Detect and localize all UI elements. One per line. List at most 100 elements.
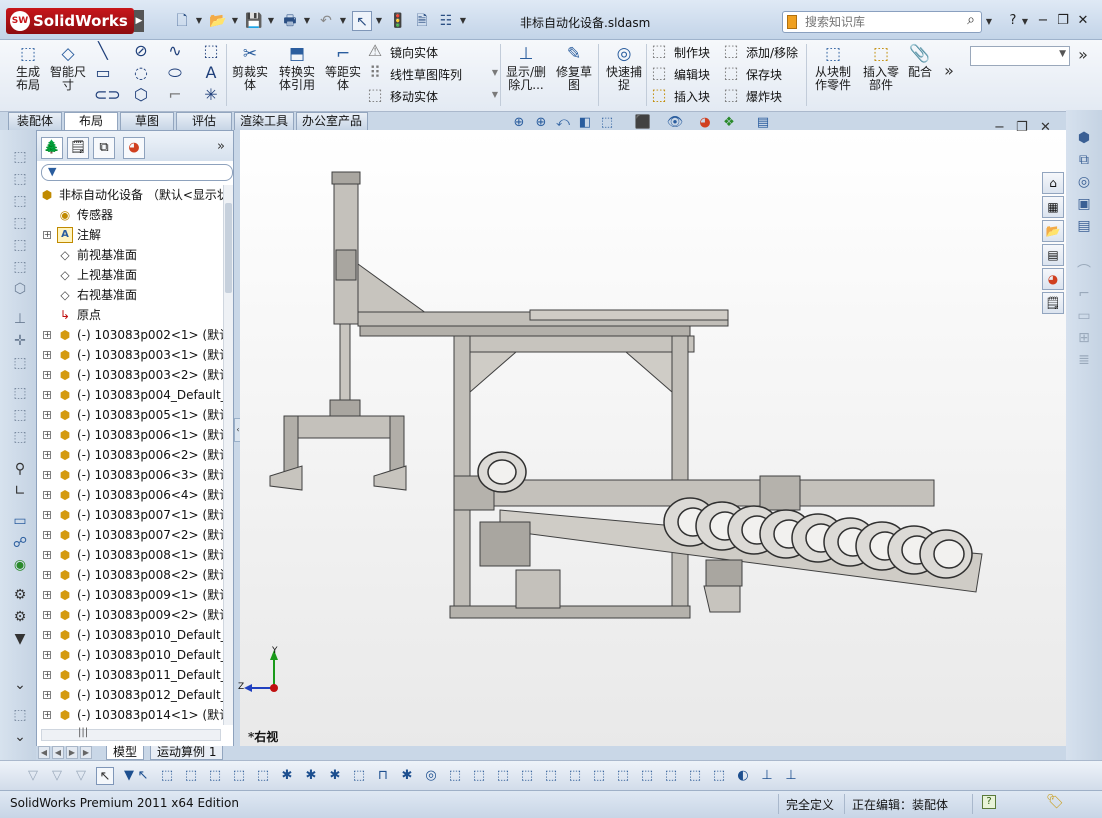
- property-manager-tab-icon[interactable]: 🗒: [67, 137, 89, 159]
- first-tab-icon[interactable]: ◀: [38, 746, 50, 759]
- knowledge-search-box[interactable]: ⌕: [782, 11, 982, 33]
- print-icon[interactable]: 🖶: [280, 11, 300, 31]
- new-dropdown-icon[interactable]: ▼: [194, 11, 204, 31]
- expand-toggle-icon[interactable]: +: [43, 591, 51, 599]
- appearances-icon[interactable]: ◕: [1042, 268, 1064, 290]
- make-block-label[interactable]: 制作块: [674, 44, 710, 61]
- tree-item[interactable]: + ⬢ (-) 103083p006<1> (默认: [37, 425, 223, 445]
- expand-toggle-icon[interactable]: +: [43, 471, 51, 479]
- undo-dropdown-icon[interactable]: ▼: [338, 11, 348, 31]
- more-commands-icon[interactable]: »: [940, 62, 958, 80]
- rectangle-icon[interactable]: ▭: [94, 64, 112, 82]
- tree-item[interactable]: ◉ 传感器: [37, 205, 223, 225]
- prev-tab-icon[interactable]: ◀: [52, 746, 64, 759]
- open-dropdown-icon[interactable]: ▼: [230, 11, 240, 31]
- filter-point-icon[interactable]: ⬚: [254, 767, 272, 785]
- restore-window-icon[interactable]: ❐: [1054, 12, 1072, 30]
- move-dropdown-icon[interactable]: ▼: [486, 86, 504, 104]
- expand-toggle-icon[interactable]: +: [43, 631, 51, 639]
- spline-icon[interactable]: ∿: [166, 42, 184, 60]
- filter-thread-icon[interactable]: ⬚: [614, 767, 632, 785]
- next-tab-icon[interactable]: ▶: [66, 746, 78, 759]
- close-window-icon[interactable]: ✕: [1074, 12, 1092, 30]
- trim-entities-button[interactable]: ✂ 剪裁实 体: [230, 44, 270, 92]
- design-library-icon[interactable]: ▦: [1042, 196, 1064, 218]
- search-dropdown-icon[interactable]: ▼: [984, 12, 994, 32]
- tree-item[interactable]: + ⬢ (-) 103083p006<4> (默认: [37, 485, 223, 505]
- explode-block-label[interactable]: 爆炸块: [746, 88, 782, 105]
- tree-item[interactable]: ↳ 原点: [37, 305, 223, 325]
- explode-block-icon[interactable]: ⬚: [722, 86, 740, 104]
- tree-filter[interactable]: ▼: [41, 164, 233, 181]
- filter-stack-icon[interactable]: ⬚: [542, 767, 560, 785]
- tree-item[interactable]: + ⬢ (-) 103083p009<2> (默认: [37, 605, 223, 625]
- network-icon[interactable]: ☍: [10, 534, 30, 552]
- settings-gear-icon[interactable]: ⚙: [10, 586, 30, 604]
- circle-icon[interactable]: ⊘: [132, 42, 150, 60]
- section-icon[interactable]: ⬚: [10, 406, 30, 424]
- tree-root-assembly[interactable]: ⬢ 非标自动化设备 （默认<显示状: [37, 185, 223, 205]
- part-3d-icon[interactable]: ⬢: [1074, 128, 1094, 148]
- filter-route-icon[interactable]: ⬚: [638, 767, 656, 785]
- pattern-dropdown-icon[interactable]: ▼: [486, 64, 504, 82]
- last-tab-icon[interactable]: ▶: [80, 746, 92, 759]
- expand-toggle-icon[interactable]: +: [43, 511, 51, 519]
- mate-button[interactable]: 📎 配合: [904, 44, 936, 79]
- tree-item[interactable]: + ⬢ (-) 103083p008<1> (默认: [37, 545, 223, 565]
- tree-item[interactable]: + ⬢ (-) 103083p012_Default_: [37, 685, 223, 705]
- expand-toggle-icon[interactable]: +: [43, 391, 51, 399]
- view-palette-icon[interactable]: ▤: [1042, 244, 1064, 266]
- tab-evaluate[interactable]: 评估: [176, 112, 232, 130]
- undo-icon[interactable]: ↶: [316, 11, 336, 31]
- drawing-icon[interactable]: ▤: [1074, 216, 1094, 236]
- more-toolbar-icon[interactable]: »: [1074, 46, 1092, 64]
- tree-item[interactable]: + ⬢ (-) 103083p006<3> (默认: [37, 465, 223, 485]
- tab-layout[interactable]: 布局: [64, 112, 118, 130]
- move-entities-icon[interactable]: ⬚: [366, 86, 384, 104]
- filter-hole-icon[interactable]: ◎: [422, 767, 440, 785]
- sketch-move-icon[interactable]: ⬚: [10, 236, 30, 254]
- mirror-icon[interactable]: ⚠: [366, 42, 384, 60]
- flange-icon[interactable]: ⌐: [1074, 284, 1094, 304]
- filter-display-icon[interactable]: ◐: [734, 767, 752, 785]
- search-input[interactable]: [805, 14, 955, 30]
- expand-toggle-icon[interactable]: +: [43, 371, 51, 379]
- tree-item[interactable]: + ⬢ (-) 103083p003<1> (默认: [37, 345, 223, 365]
- save-icon[interactable]: 💾: [244, 11, 264, 31]
- save-dropdown-icon[interactable]: ▼: [266, 11, 276, 31]
- quick-snaps-button[interactable]: ◎ 快速捕 捉: [602, 44, 646, 92]
- filter-loop-icon[interactable]: ⬚: [662, 767, 680, 785]
- sketch-slot-icon[interactable]: ⬚: [10, 192, 30, 210]
- filter-axis-icon[interactable]: ✱: [278, 767, 296, 785]
- expand-toggle-icon[interactable]: +: [43, 551, 51, 559]
- filter-gtol-icon[interactable]: ⬚: [494, 767, 512, 785]
- insert-component-button[interactable]: ⬚ 插入零 部件: [858, 44, 904, 92]
- assembly-tree-icon[interactable]: ⧉: [1074, 150, 1094, 170]
- expand-toggle-icon[interactable]: +: [43, 651, 51, 659]
- tree-item[interactable]: + ⬢ (-) 103083p004_Default_: [37, 385, 223, 405]
- tree-item[interactable]: ◇ 右视基准面: [37, 285, 223, 305]
- expand-toggle-icon[interactable]: +: [43, 431, 51, 439]
- save-block-icon[interactable]: ⬚: [722, 64, 740, 82]
- expand-toggle-icon[interactable]: +: [43, 491, 51, 499]
- tree-item[interactable]: + ⬢ (-) 103083p009<1> (默认: [37, 585, 223, 605]
- search-icon[interactable]: ⌕: [967, 12, 975, 28]
- slot-icon[interactable]: ⊂⊃: [94, 86, 121, 104]
- line-icon[interactable]: ╲: [94, 42, 112, 60]
- filter-end-icon[interactable]: ⊥: [782, 767, 800, 785]
- tree-item[interactable]: + ⬢ (-) 103083p007<2> (默认: [37, 525, 223, 545]
- scroll-thumb[interactable]: [225, 203, 232, 293]
- make-block-icon[interactable]: ⬚: [650, 42, 668, 60]
- minimize-window-icon[interactable]: −: [1034, 12, 1052, 30]
- point-grid-icon[interactable]: ⬚: [202, 42, 220, 60]
- expand-toggle-icon[interactable]: +: [43, 231, 51, 239]
- options-dropdown-icon[interactable]: ▼: [458, 11, 468, 31]
- filter-plane-icon[interactable]: ✱: [302, 767, 320, 785]
- expand-toggle-icon[interactable]: +: [43, 571, 51, 579]
- tree-item[interactable]: + ⬢ (-) 103083p010_Default_: [37, 645, 223, 665]
- sketch-rotate-icon[interactable]: ⬚: [10, 258, 30, 276]
- relation-icon[interactable]: ⊥: [10, 310, 30, 328]
- ellipse-icon[interactable]: ⬭: [166, 64, 184, 82]
- assembly-model-drawing[interactable]: [240, 130, 1066, 746]
- configuration-manager-tab-icon[interactable]: ⧉: [93, 137, 115, 159]
